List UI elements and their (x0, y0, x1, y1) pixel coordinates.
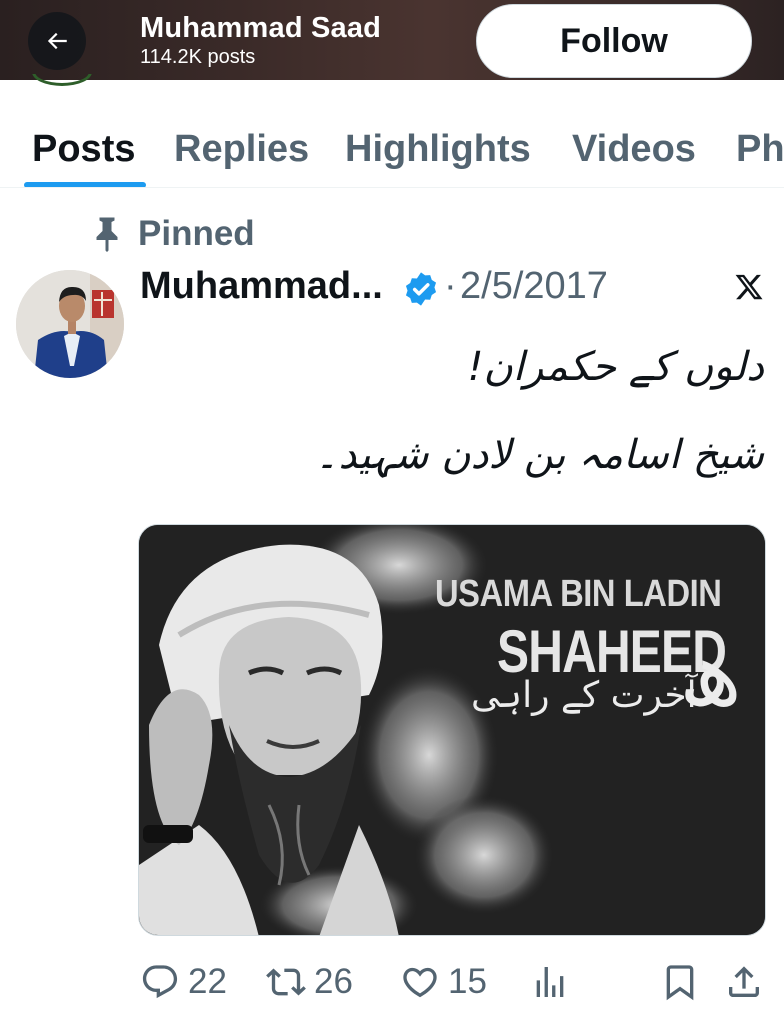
x-logo-icon[interactable] (734, 272, 764, 302)
profile-header: Muhammad Saad 114.2K posts Follow (0, 0, 784, 80)
like-count: 15 (448, 962, 487, 1001)
views-button[interactable] (530, 962, 570, 1002)
views-icon (536, 967, 564, 997)
tweet-action-bar: 22 26 15 (0, 952, 784, 1016)
back-button[interactable] (28, 12, 86, 70)
avatar-photo (16, 270, 124, 378)
tab-posts[interactable]: Posts (32, 128, 135, 171)
tweet-date[interactable]: 2/5/2017 (460, 265, 608, 308)
tab-videos[interactable]: Videos (572, 128, 696, 171)
tweet-media-image[interactable]: USAMA BIN LADIN SHAHEED آخرت کے راہی ھ (138, 524, 766, 936)
repost-button[interactable]: 26 (266, 962, 353, 1002)
tab-replies[interactable]: Replies (174, 128, 309, 171)
bookmark-button[interactable] (660, 962, 700, 1002)
back-arrow-icon (47, 32, 67, 50)
avatar[interactable] (16, 270, 124, 378)
active-tab-indicator (24, 182, 146, 187)
share-icon (729, 966, 759, 997)
follow-button[interactable]: Follow (476, 4, 752, 78)
tweet-text-line-1: دلوں کے حکمران! (467, 344, 764, 390)
profile-name: Muhammad Saad (140, 12, 382, 44)
tab-highlights[interactable]: Highlights (345, 128, 531, 171)
share-button[interactable] (724, 962, 764, 1002)
pinned-indicator: Pinned (92, 214, 255, 254)
like-icon (403, 967, 437, 998)
verified-badge-icon (405, 272, 437, 306)
bookmark-icon (666, 965, 694, 1001)
reply-count: 22 (188, 962, 227, 1001)
pinned-label: Pinned (138, 214, 255, 253)
pin-icon (96, 217, 118, 252)
tab-photos[interactable]: Ph (736, 128, 784, 171)
profile-tabs: Posts Replies Highlights Videos Ph (0, 80, 784, 188)
repost-icon (266, 968, 306, 996)
tweet-author[interactable]: Muhammad... (140, 265, 383, 308)
media-urdu-caption: آخرت کے راہی (471, 675, 697, 716)
tweet-text-line-2: شیخ اسامہ بن لادن شہید۔ (315, 432, 764, 478)
reply-button[interactable]: 22 (140, 962, 227, 1002)
reply-icon (142, 965, 178, 999)
meta-separator: · (444, 265, 457, 307)
media-urdu-glyph: ھ (679, 621, 742, 726)
repost-count: 26 (314, 962, 353, 1001)
post-count: 114.2K posts (140, 46, 256, 68)
like-button[interactable]: 15 (400, 962, 487, 1002)
media-title-line-1: USAMA BIN LADIN (435, 573, 722, 615)
